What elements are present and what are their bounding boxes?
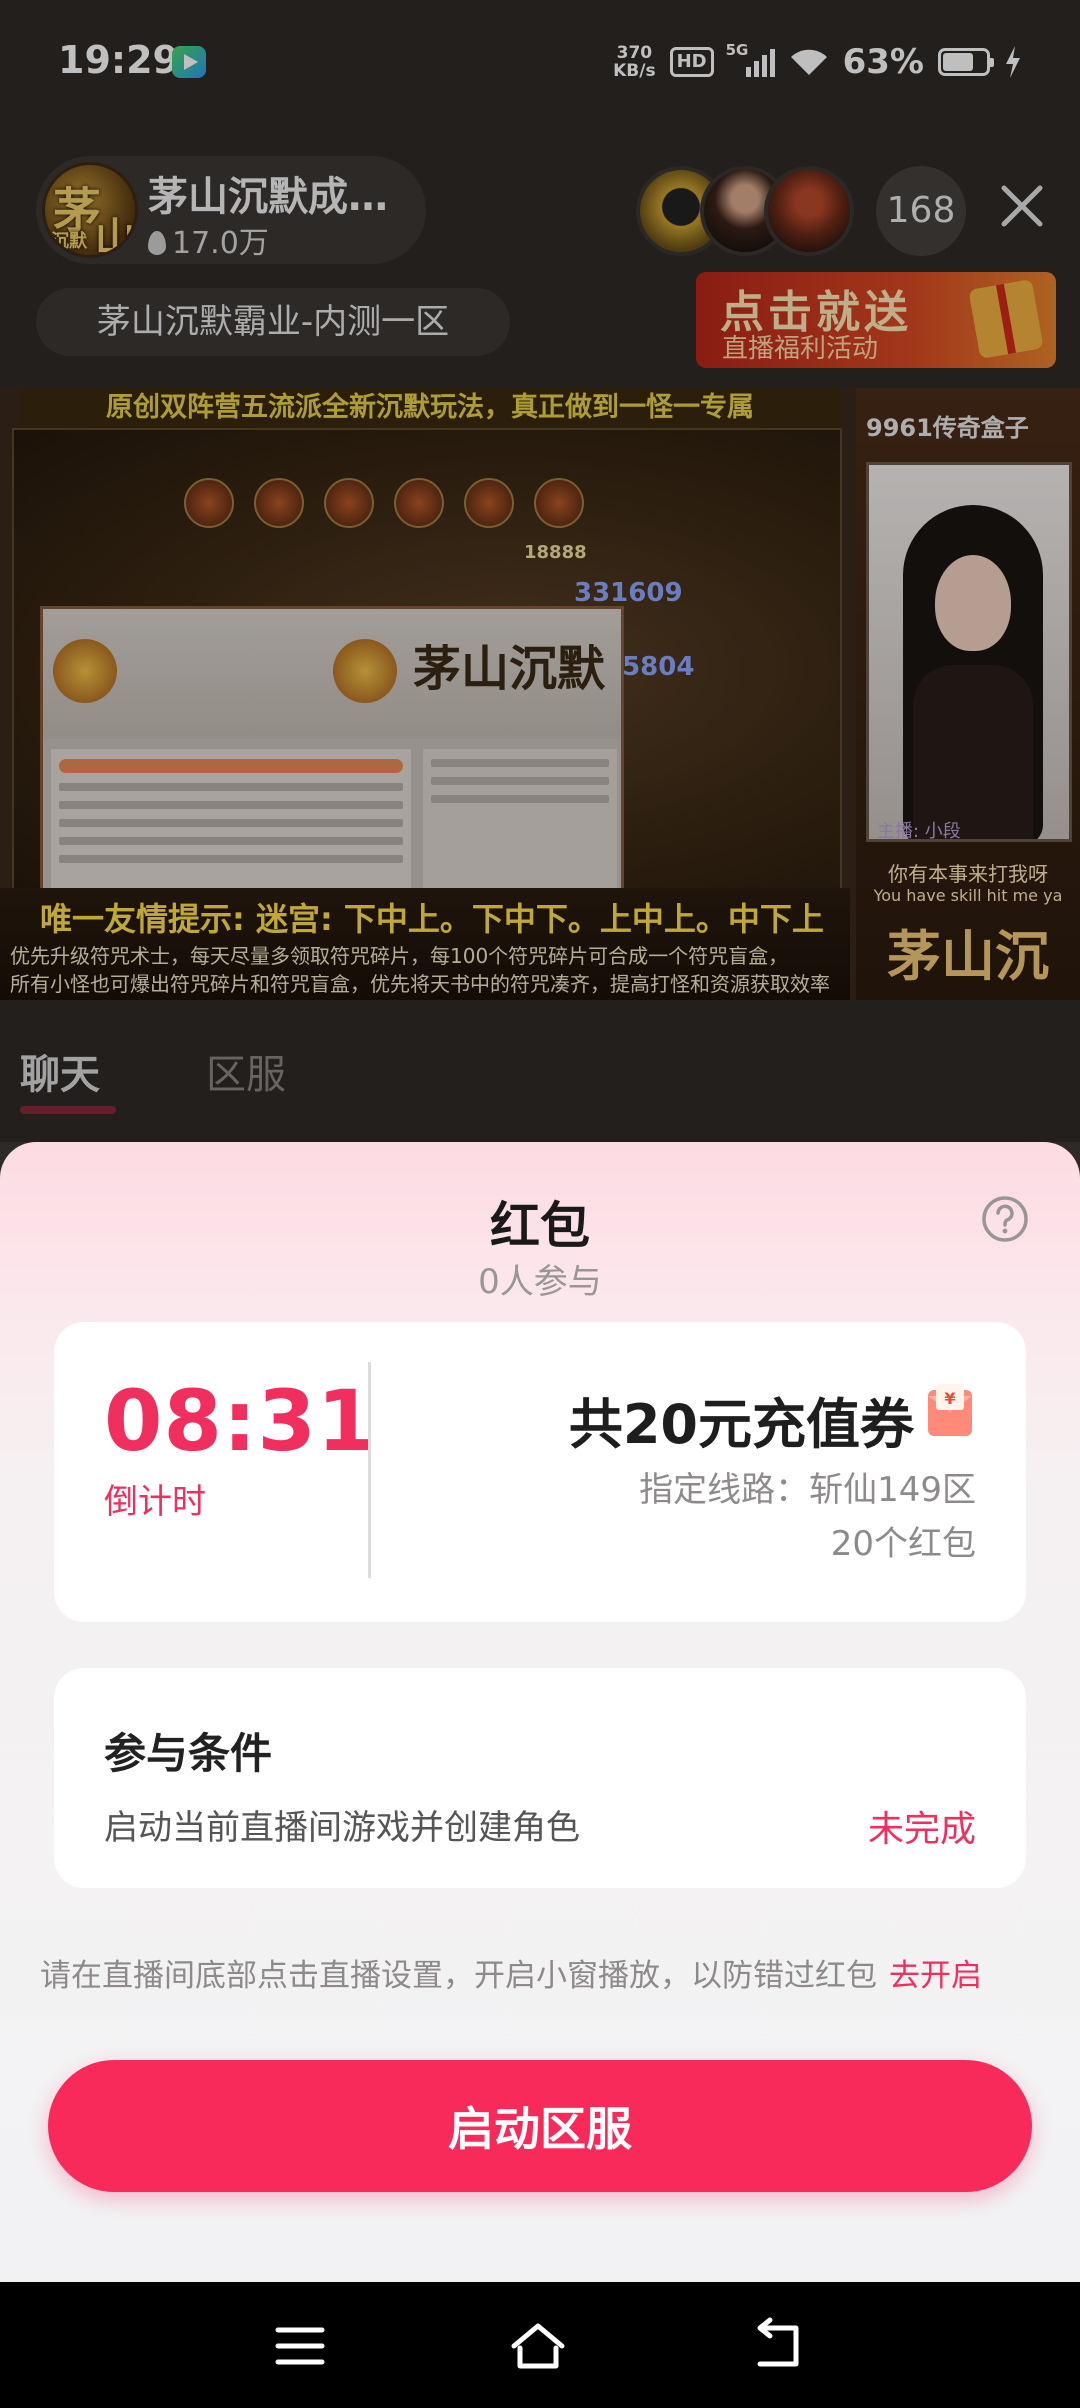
gift-icon: [968, 278, 1044, 360]
condition-card: 参与条件 启动当前直播间游戏并创建角色 未完成: [54, 1668, 1026, 1888]
game-screen: 331609 65804 18888 茅山沉默: [12, 428, 842, 926]
tip-line: 所有小怪也可爆出符咒碎片和符咒盲盒，优先将天书中的符咒凑齐，提高打怪和资源获取效…: [10, 972, 830, 996]
network-speed-unit: KB/s: [613, 61, 656, 81]
side-brand: 茅山沉默: [887, 924, 1049, 988]
tip-line: 唯一友情提示: 迷宫: 下中上。下中下。上中上。中下上: [40, 900, 824, 938]
promo-subtitle: 直播福利活动: [722, 334, 879, 364]
countdown-label: 倒计时: [104, 1482, 206, 1522]
medal-icon: [333, 639, 397, 703]
viewer-avatar[interactable]: [764, 166, 854, 256]
network-speed: 370 KB/s: [613, 44, 655, 80]
enable-pip-link[interactable]: 去开启: [889, 1958, 982, 1994]
system-nav-bar: [0, 2282, 1080, 2408]
tab-bar: 聊天 区服: [0, 1000, 1080, 1140]
pip-hint-text: 请在直播间底部点击直播设置，开启小窗播放，以防错过红包: [40, 1958, 877, 1994]
dialog-header: 茅山沉默: [43, 609, 621, 739]
game-dialog: 茅山沉默: [40, 606, 624, 926]
video-bottom-banner: 唯一友情提示: 迷宫: 下中上。下中下。上中上。中下上 优先升级符咒术士，每天尽…: [0, 888, 850, 1000]
dialog-logo: 茅山沉默: [413, 641, 606, 697]
room-name[interactable]: 茅山沉默霸业-内测一区: [36, 288, 510, 356]
close-icon[interactable]: [996, 180, 1048, 232]
video-top-banner: 原创双阵营五流派全新沉默玩法，真正做到一怪一专属: [20, 388, 840, 428]
packet-count: 20个红包: [830, 1524, 976, 1564]
svg-text:¥: ¥: [944, 1389, 955, 1408]
prize-title: 共20元充值券: [568, 1393, 914, 1456]
game-menu-icon: [464, 478, 514, 528]
signal-icon: 5G: [726, 41, 775, 77]
participant-count: 0人参与: [478, 1262, 602, 1302]
tab-active-indicator: [20, 1106, 116, 1114]
game-menu-icon: [254, 478, 304, 528]
tab-chat[interactable]: 聊天: [20, 1042, 100, 1100]
prize-card: 08:31 倒计时 共20元充值券 ¥ 指定线路：斩仙149区 20个红包: [54, 1322, 1026, 1622]
network-type: 5G: [725, 41, 749, 59]
host-info[interactable]: 茅 山 沉默 茅山沉默成… 17.0万: [36, 156, 426, 264]
help-icon[interactable]: [980, 1194, 1030, 1244]
heat-value: 17.0万: [172, 226, 269, 261]
app-notification-icon: [172, 46, 206, 78]
countdown-timer: 08:31: [104, 1372, 377, 1470]
avatar-text: 山: [95, 214, 135, 258]
tab-server[interactable]: 区服: [206, 1042, 286, 1100]
avatar-text: 沉默: [51, 231, 87, 252]
game-menu-icon: [534, 478, 584, 528]
game-menu-icon: [184, 478, 234, 528]
status-indicators: 370 KB/s HD 5G 63%: [613, 41, 1022, 82]
flame-icon: [148, 231, 166, 255]
wifi-icon: [790, 49, 827, 75]
red-packet-sheet: 红包 0人参与 08:31 倒计时 共20元充值券 ¥ 指定线路：斩仙149区 …: [0, 1142, 1080, 2282]
charging-bolt-icon: [1006, 46, 1020, 78]
status-time: 19:29: [58, 38, 179, 82]
back-icon[interactable]: [748, 2316, 808, 2376]
status-bar: 19:29 370 KB/s HD 5G 63%: [0, 0, 1080, 130]
host-heat: 17.0万: [148, 218, 269, 262]
game-menu: [184, 478, 584, 528]
game-menu-icon: [324, 478, 374, 528]
side-slogan-en: You have skill hit me ya: [873, 886, 1063, 905]
battery-icon: [938, 48, 994, 76]
menu-icon[interactable]: [270, 2316, 330, 2376]
viewer-avatars[interactable]: [636, 166, 856, 256]
side-slogan: 你有本事来打我呀: [888, 862, 1048, 886]
coupon-icon: ¥: [928, 1384, 972, 1436]
promo-banner[interactable]: 点击就送 直播福利活动: [696, 272, 1056, 368]
sheet-title: 红包: [490, 1197, 590, 1255]
condition-text: 启动当前直播间游戏并创建角色: [104, 1808, 580, 1848]
damage-number: 18888: [524, 542, 587, 563]
host-name: 茅山沉默成…: [148, 174, 388, 220]
hd-badge: HD: [669, 47, 714, 77]
start-server-button[interactable]: 启动区服: [48, 2060, 1032, 2192]
network-speed-value: 370: [616, 43, 653, 63]
pip-hint: 请在直播间底部点击直播设置，开启小窗播放，以防错过红包 去开启: [40, 1950, 1050, 1995]
condition-title: 参与条件: [104, 1729, 273, 1778]
medal-icon: [53, 639, 117, 703]
home-icon[interactable]: [508, 2316, 568, 2376]
viewer-count[interactable]: 168: [876, 166, 966, 256]
prize-route: 指定线路：斩仙149区: [639, 1470, 976, 1510]
live-video[interactable]: 原创双阵营五流派全新沉默玩法，真正做到一怪一专属 331609 65804 18…: [0, 388, 1080, 1000]
host-avatar[interactable]: 茅 山 沉默: [42, 162, 138, 258]
side-logo: 9961传奇盒子: [866, 414, 1029, 442]
condition-status: 未完成: [867, 1809, 976, 1850]
video-side-panel: 9961传奇盒子 主播: 小段 你有本事来打我呀 You have skill …: [856, 388, 1080, 1000]
divider: [368, 1362, 371, 1578]
tip-line: 优先升级符咒术士，每天尽量多领取符咒碎片，每100个符咒碎片可合成一个符咒盲盒，: [10, 944, 789, 968]
streamer-label: 主播: 小段: [877, 821, 961, 842]
battery-percentage: 63%: [842, 42, 924, 82]
damage-number: 331609: [574, 578, 683, 608]
game-menu-icon: [394, 478, 444, 528]
streamer-camera: 主播: 小段: [866, 462, 1072, 842]
